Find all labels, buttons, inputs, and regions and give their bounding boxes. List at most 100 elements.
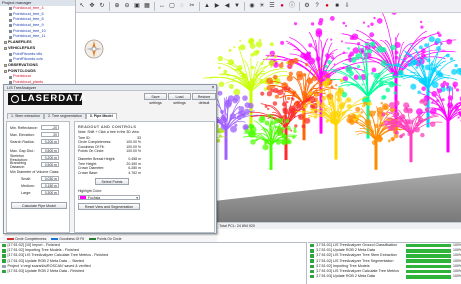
reset-view-button[interactable]: Reset View and Segmentation: [78, 203, 140, 211]
toolbar-fit-icon[interactable]: ▣: [133, 2, 141, 10]
toolbar-rotate-icon[interactable]: ↻: [98, 2, 106, 10]
readout-value: 4.762 m: [128, 170, 141, 175]
toolbar-help-icon[interactable]: ?: [313, 2, 321, 10]
readout-heading: READOUT AND CONTROLS: [78, 125, 137, 129]
volume-class-label: Small:: [21, 176, 31, 181]
toolbar-view-bottom-icon[interactable]: ▼: [233, 2, 241, 10]
task-row: [17:51:03] Update ROB 2 Meta Data 100%: [308, 274, 461, 279]
volume-class-input[interactable]: 0.150 m: [41, 183, 59, 188]
tree-point-cloud[interactable]: [416, 80, 461, 153]
toolbar-measure-icon[interactable]: ↔: [158, 2, 166, 10]
parameter-input[interactable]: 20: [41, 132, 59, 137]
restore-default-button[interactable]: Restore default: [192, 93, 216, 105]
parameter-row: Max. Elevation: 20: [7, 131, 69, 138]
parameter-input[interactable]: 0.200 m: [41, 155, 59, 160]
volume-class-row: Small: 0.030 m: [7, 175, 69, 182]
toolbar-separator: [154, 1, 155, 11]
toolbar-lasso-icon[interactable]: ◌: [178, 2, 186, 10]
readout-values: Tree ID: 33 Circle Completeness: 100.00 % Go…: [75, 136, 141, 176]
pointcloud-icon: [9, 35, 12, 39]
pointcloud-icon: [9, 75, 12, 79]
tree-point-clouds: [176, 13, 461, 170]
load-settings-button[interactable]: Load settings: [168, 93, 191, 105]
toolbar-separator: [299, 1, 300, 11]
parameter-input[interactable]: 0.200 m: [41, 139, 59, 144]
volume-class-input[interactable]: 0.300 m: [41, 190, 59, 195]
highlight-color-label: Highlight Color:: [78, 189, 102, 194]
select-points-button[interactable]: Select Points: [95, 178, 129, 186]
volume-class-label: Large:: [21, 190, 32, 195]
toolbar-zoom-in-icon[interactable]: ⊕: [113, 2, 121, 10]
toolbar-record-icon[interactable]: ●: [323, 2, 331, 10]
legend-label: Circle Completeness: [15, 237, 47, 241]
info-icon: [2, 264, 6, 269]
pointcloud-icon: [9, 58, 12, 62]
toolbar-pan-icon[interactable]: ✥: [88, 2, 96, 10]
toolbar-separator: [199, 1, 200, 11]
readout-panel: READOUT AND CONTROLS Note: Shift + Click…: [74, 121, 215, 233]
check-icon: [2, 249, 6, 253]
logo-text: LASERDATA: [21, 93, 88, 104]
toolbar-arrow-icon[interactable]: ↖: [78, 2, 86, 10]
readout-note: Note: Shift + Click a tree in the 3D vie…: [78, 130, 140, 134]
window-titlebar[interactable]: LIS TreeAnalyzer ×: [4, 85, 216, 91]
parameter-input[interactable]: 0.500 m: [41, 148, 59, 153]
toolbar-view-top-icon[interactable]: ▲: [203, 2, 211, 10]
tab-pipe-model[interactable]: 3. Pipe Model: [85, 113, 117, 119]
parameter-fields: Min. Reflectance: -20 Max. Elevation: 20 Sea…: [7, 122, 69, 169]
readout-row: Points On Circle: 100.00 %: [78, 149, 141, 154]
toolbar-layers-icon[interactable]: ☰: [268, 2, 276, 10]
legend-label: Goodness Of Fit: [59, 237, 84, 241]
check-icon: [2, 243, 6, 248]
legend-swatch: [7, 238, 14, 241]
check-icon: [310, 274, 314, 279]
toolbar-camera-icon[interactable]: ◉: [248, 2, 256, 10]
check-icon: [310, 243, 314, 248]
toolbar-light-icon[interactable]: ☀: [258, 2, 266, 10]
check-icon: [2, 254, 6, 258]
toolbar-view-side-icon[interactable]: ◀: [223, 2, 231, 10]
task-progress-bar: [406, 254, 451, 258]
process-log: [17:51:02] [10] Import - Finished [17:51:…: [0, 242, 307, 284]
close-icon[interactable]: ×: [210, 85, 216, 91]
analyzer-tabs: 1. Stem extraction 2. Tree segmentation …: [7, 113, 117, 119]
task-progress-bar: [406, 269, 451, 274]
toolbar-settings-icon[interactable]: ⚙: [303, 2, 311, 10]
toolbar-select-icon[interactable]: ▢: [168, 2, 176, 10]
parameter-label: Max. Elevation:: [10, 132, 35, 137]
parameter-label: Max. Gap Dist.:: [10, 148, 35, 153]
legend-swatch: [88, 238, 96, 241]
check-icon: [310, 264, 314, 269]
navigation-compass-icon[interactable]: [84, 39, 104, 59]
toolbar-zoom-out-icon[interactable]: ⊖: [123, 2, 131, 10]
toolbar-separator: [109, 1, 110, 11]
check-icon: [310, 249, 314, 253]
toolbar-view-front-icon[interactable]: ▶: [213, 2, 221, 10]
calculate-pipe-model-button[interactable]: Calculate Pipe Model: [11, 202, 67, 209]
main-toolbar: ↖ ✥ ↻ ⊕ ⊖ ▣ ▦ ↔ ▢ ◌ ✂ ▲ ▶ ◀ ▼ ◉ ☀ ☰ ● ⓘ …: [75, 0, 461, 13]
highlight-color-select[interactable]: Fuchsia ▾: [78, 194, 140, 201]
save-settings-button[interactable]: Save settings: [144, 93, 167, 105]
toolbar-export-icon[interactable]: ⇩: [343, 2, 351, 10]
task-progress-log: [17:51:01] LIS TreeAnalyzer Ground Class…: [308, 242, 461, 284]
parameter-input[interactable]: 0.500 m: [41, 162, 59, 167]
parameter-row: Branching Distance: 0.500 m: [7, 161, 69, 169]
task-progress-bar: [406, 274, 451, 279]
task-text: [17:51:03] Update ROB 2 Meta Data: [315, 274, 375, 279]
toolbar-cut-icon[interactable]: ✂: [188, 2, 196, 10]
toolbar-color-icon[interactable]: ●: [278, 2, 286, 10]
check-icon: [310, 269, 314, 274]
parameter-input[interactable]: -20: [41, 125, 59, 130]
parameter-row: Min. Reflectance: -20: [7, 124, 69, 131]
legend-item: Points On Circle: [88, 237, 121, 241]
tab-stem-extraction[interactable]: 1. Stem extraction: [7, 113, 44, 119]
tab-tree-segmentation[interactable]: 2. Tree segmentation: [43, 113, 86, 119]
toolbar-stop-icon[interactable]: ■: [333, 2, 341, 10]
volume-class-heading: Min Diameter of Volume Class:: [10, 170, 60, 174]
toolbar-separator: [244, 1, 245, 11]
toolbar-info-icon[interactable]: ⓘ: [288, 2, 296, 10]
toolbar-grid-icon[interactable]: ▦: [143, 2, 151, 10]
volume-class-label: Medium:: [21, 183, 35, 188]
check-icon: [310, 254, 314, 258]
volume-class-input[interactable]: 0.030 m: [41, 176, 59, 181]
